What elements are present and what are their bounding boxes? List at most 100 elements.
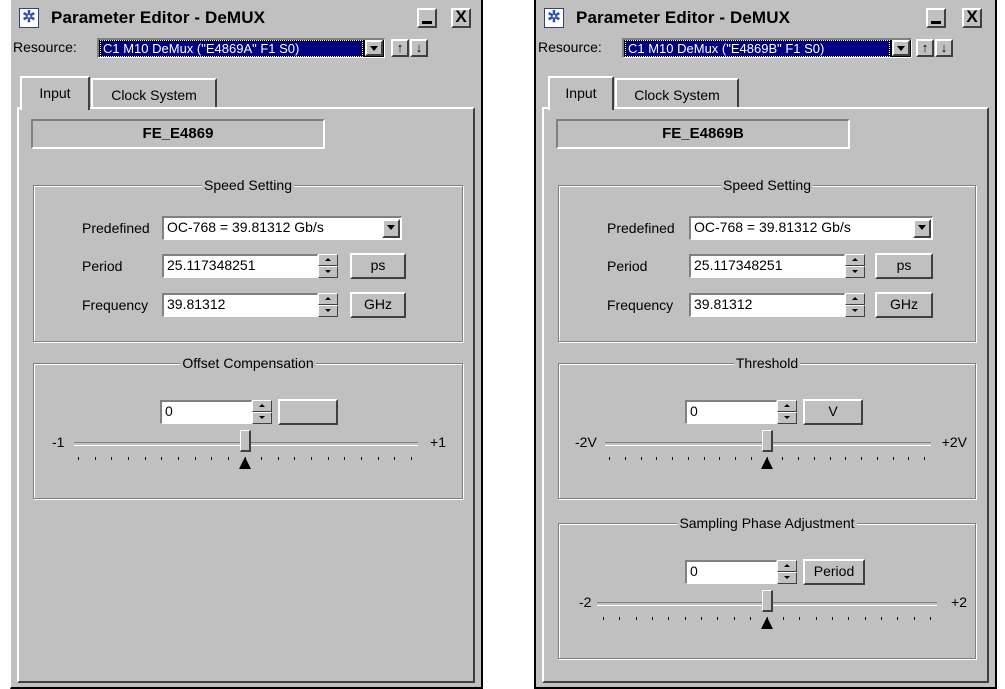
slider-pointer-icon: [761, 457, 773, 469]
frequency-input[interactable]: 39.81312: [689, 293, 845, 317]
slider-thumb[interactable]: [240, 430, 251, 452]
resource-label: Resource:: [13, 39, 77, 55]
title-bar[interactable]: ✲ Parameter Editor - DeMUX X: [11, 0, 481, 36]
slider-tick: [924, 457, 925, 460]
slider-thumb[interactable]: [762, 430, 773, 452]
slider-min-label: -2V: [575, 434, 597, 450]
resource-label: Resource:: [538, 39, 602, 55]
input-tab-panel: FE_E4869B Speed Setting Predefined OC-76…: [542, 107, 989, 683]
slider-thumb[interactable]: [762, 590, 773, 612]
group-title: Speed Setting: [202, 177, 294, 193]
period-unit-button[interactable]: ps: [875, 253, 933, 279]
threshold-slider[interactable]: -2V +2V: [571, 428, 969, 478]
slider-tick: [845, 457, 846, 460]
resource-row: Resource: C1 M10 DeMux ("E4869A" F1 S0) …: [11, 36, 481, 60]
offset-spinner[interactable]: [252, 400, 272, 424]
chevron-down-icon[interactable]: [892, 40, 910, 56]
period-input[interactable]: 25.117348251: [689, 254, 845, 278]
slider-tick: [735, 457, 736, 460]
period-label: Period: [607, 258, 648, 274]
slider-tick: [830, 457, 831, 460]
slider-tick: [278, 457, 279, 460]
slider-tick: [799, 617, 800, 620]
next-resource-button[interactable]: ↓: [935, 39, 953, 57]
predefined-label: Predefined: [607, 220, 675, 236]
slider-tick: [798, 457, 799, 460]
slider-tick: [908, 457, 909, 460]
sampling-phase-slider[interactable]: -2 +2: [573, 588, 969, 638]
slider-max-label: +2: [951, 594, 967, 610]
tab-bar: Input Clock System: [11, 76, 481, 110]
slider-pointer-icon: [761, 617, 773, 629]
sampling-phase-unit-button[interactable]: Period: [803, 559, 865, 585]
period-unit-button[interactable]: ps: [350, 253, 406, 279]
slider-tick: [848, 617, 849, 620]
offset-unit-button[interactable]: [278, 399, 338, 425]
sampling-phase-spinner[interactable]: [777, 560, 797, 584]
threshold-value-input[interactable]: 0: [685, 400, 777, 424]
close-button[interactable]: X: [451, 8, 471, 28]
predefined-select[interactable]: OC-768 = 39.81312 Gb/s: [689, 216, 933, 240]
offset-value-input[interactable]: 0: [160, 400, 252, 424]
parameter-editor-window-b: ✲ Parameter Editor - DeMUX X Resource: C…: [534, 0, 997, 689]
slider-tick: [704, 457, 705, 460]
slider-tick: [865, 617, 866, 620]
slider-tick: [344, 457, 345, 460]
threshold-unit-button[interactable]: V: [803, 399, 863, 425]
input-tab-panel: FE_E4869 Speed Setting Predefined OC-768…: [17, 107, 475, 683]
next-resource-button[interactable]: ↓: [410, 39, 428, 57]
resource-select[interactable]: C1 M10 DeMux ("E4869B" F1 S0): [622, 38, 912, 58]
tab-input[interactable]: Input: [548, 76, 614, 110]
sampling-phase-adjustment-group: Sampling Phase Adjustment 0 Period -2 +2: [558, 515, 976, 659]
slider-tick: [195, 457, 196, 460]
frequency-spinner[interactable]: [845, 293, 865, 317]
slider-tick: [897, 617, 898, 620]
period-spinner[interactable]: [845, 254, 865, 278]
slider-tick: [688, 457, 689, 460]
resource-selected-value: C1 M10 DeMux ("E4869B" F1 S0): [625, 40, 890, 57]
device-name: FE_E4869B: [556, 119, 850, 149]
previous-resource-button[interactable]: ↑: [391, 39, 409, 57]
sampling-phase-value-input[interactable]: 0: [685, 560, 777, 584]
group-title: Offset Compensation: [180, 355, 316, 371]
slider-tick: [619, 617, 620, 620]
previous-resource-button[interactable]: ↑: [916, 39, 934, 57]
resource-row: Resource: C1 M10 DeMux ("E4869B" F1 S0) …: [536, 36, 995, 60]
frequency-label: Frequency: [607, 297, 674, 313]
chevron-down-icon[interactable]: [365, 40, 383, 56]
frequency-unit-button[interactable]: GHz: [350, 292, 406, 318]
slider-tick: [311, 457, 312, 460]
slider-tick: [652, 617, 653, 620]
tab-input[interactable]: Input: [20, 76, 90, 110]
group-title: Sampling Phase Adjustment: [677, 515, 857, 531]
tab-clock-system[interactable]: Clock System: [91, 78, 217, 108]
close-button[interactable]: X: [962, 8, 982, 28]
offset-slider[interactable]: -1 +1: [48, 428, 448, 478]
slider-tick: [111, 457, 112, 460]
frequency-input[interactable]: 39.81312: [162, 293, 318, 317]
slider-tick: [734, 617, 735, 620]
speed-setting-group: Speed Setting Predefined OC-768 = 39.813…: [558, 177, 976, 342]
slider-tick: [701, 617, 702, 620]
tab-clock-system[interactable]: Clock System: [615, 78, 739, 108]
slider-tick: [261, 457, 262, 460]
chevron-down-icon[interactable]: [382, 219, 400, 238]
title-bar[interactable]: ✲ Parameter Editor - DeMUX X: [536, 0, 995, 36]
threshold-spinner[interactable]: [777, 400, 797, 424]
slider-tick: [930, 617, 931, 620]
minimize-button[interactable]: [926, 8, 946, 28]
parameter-editor-window-a: ✲ Parameter Editor - DeMUX X Resource: C…: [10, 0, 483, 689]
predefined-select[interactable]: OC-768 = 39.81312 Gb/s: [162, 216, 402, 240]
slider-tick: [411, 457, 412, 460]
slider-tick: [881, 617, 882, 620]
period-input[interactable]: 25.117348251: [162, 254, 318, 278]
frequency-spinner[interactable]: [318, 293, 338, 317]
frequency-unit-button[interactable]: GHz: [875, 292, 933, 318]
slider-tick: [893, 457, 894, 460]
minimize-button[interactable]: [417, 8, 437, 28]
chevron-down-icon[interactable]: [913, 219, 931, 238]
resource-select[interactable]: C1 M10 DeMux ("E4869A" F1 S0): [97, 38, 385, 58]
slider-tick: [609, 457, 610, 460]
slider-tick: [625, 457, 626, 460]
period-spinner[interactable]: [318, 254, 338, 278]
